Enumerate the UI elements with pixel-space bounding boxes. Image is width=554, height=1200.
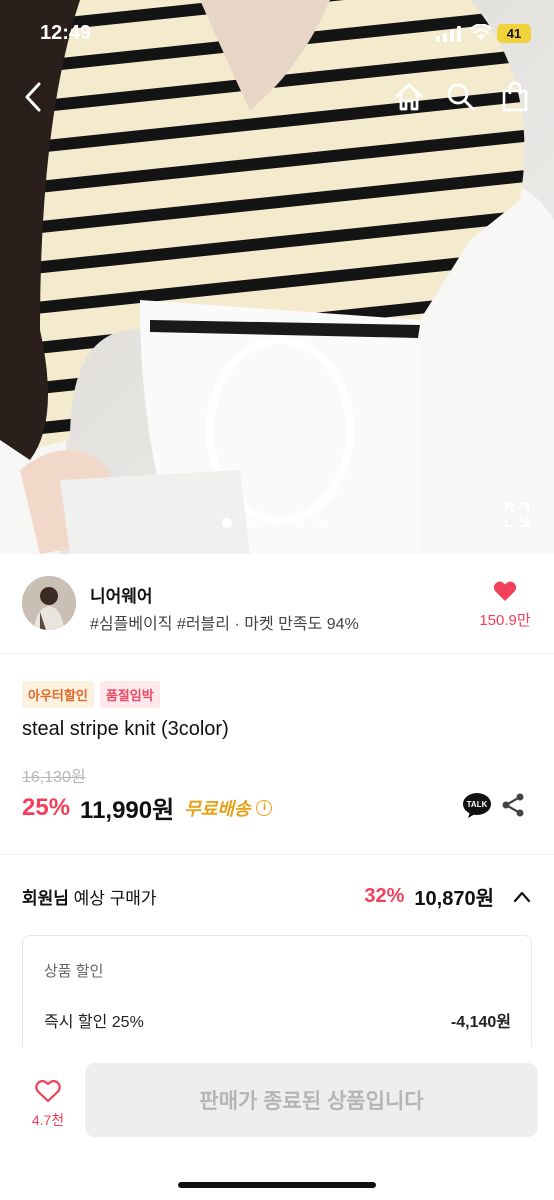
member-price-label: 회원님 예상 구매가 (22, 889, 157, 908)
free-shipping-label: 무료배송 (184, 798, 251, 819)
member-label-bold: 회원님 (22, 889, 69, 908)
shop-avatar[interactable] (22, 576, 76, 630)
shop-name[interactable]: 니어웨어 (90, 582, 153, 607)
shop-row[interactable]: 니어웨어 #심플베이직 #러블리 · 마켓 만족도 94% 150.9만 (0, 554, 554, 654)
heart-filled-icon (493, 581, 517, 601)
shop-like-button[interactable]: 150.9만 (470, 580, 540, 630)
shop-tags: #심플베이직 #러블리 · 마켓 만족도 94% (90, 616, 359, 633)
bottom-action-bar: 4.7천 판매가 종료된 상품입니다 (0, 1047, 554, 1200)
carousel-dot[interactable] (270, 518, 280, 528)
product-image-carousel[interactable]: 12:49 41 (0, 0, 554, 554)
price-row: 25% 11,990원 무료배송 i (22, 790, 273, 825)
carousel-dot[interactable] (318, 518, 328, 528)
section-divider (0, 854, 554, 855)
buy-button[interactable]: 판매가 종료된 상품입니다 (85, 1063, 538, 1137)
member-discount-percent: 32% (364, 885, 405, 907)
share-icon[interactable] (500, 792, 526, 818)
member-price: 10,870원 (414, 888, 494, 910)
search-icon (447, 83, 475, 111)
kakaotalk-share-icon[interactable]: TALK (462, 792, 492, 818)
chevron-left-icon (25, 82, 41, 112)
instant-discount-label: 즉시 할인 25% (44, 1014, 144, 1031)
wifi-icon (470, 24, 492, 40)
heart-outline-icon (35, 1079, 61, 1103)
back-button[interactable] (16, 80, 50, 114)
badge-low-stock: 품절임박 (99, 681, 160, 708)
badge-outer-sale: 아우터할인 (22, 681, 94, 708)
talk-label: TALK (467, 800, 488, 809)
wishlist-button[interactable]: 4.7천 (22, 1079, 74, 1130)
home-icon (395, 83, 423, 111)
member-price-values: 32% 10,870원 (364, 882, 532, 911)
carousel-dot[interactable] (246, 518, 256, 528)
shop-like-count: 150.9만 (479, 612, 531, 629)
expand-icon[interactable] (504, 502, 530, 528)
product-badges: 아우터할인 품절임박 (22, 681, 160, 708)
status-time: 12:49 (40, 22, 92, 44)
original-price: 16,130원 (22, 769, 86, 786)
discount-detail-title: 상품 할인 (44, 963, 104, 980)
home-button[interactable] (392, 80, 426, 114)
avatar-image (22, 576, 76, 630)
chevron-up-icon[interactable] (512, 887, 532, 907)
product-title: steal stripe knit (3color) (22, 718, 229, 740)
member-price-row[interactable]: 회원님 예상 구매가 32% 10,870원 (22, 882, 532, 911)
home-indicator (178, 1182, 376, 1188)
sale-price: 11,990원 (80, 797, 175, 824)
carousel-indicator (222, 518, 328, 528)
info-icon[interactable]: i (256, 799, 273, 816)
carousel-dot[interactable] (294, 518, 304, 528)
status-bar: 12:49 41 (0, 0, 554, 66)
discount-percent: 25% (22, 793, 71, 821)
cart-button[interactable] (498, 80, 532, 114)
search-button[interactable] (444, 80, 478, 114)
wishlist-count: 4.7천 (31, 1112, 65, 1128)
battery-indicator: 41 (497, 24, 531, 43)
carousel-dot[interactable] (222, 518, 232, 528)
member-label-rest: 예상 구매가 (68, 889, 157, 908)
instant-discount-value: -4,140원 (450, 1014, 511, 1031)
signal-icon (436, 26, 461, 42)
shopping-bag-icon (502, 81, 528, 112)
